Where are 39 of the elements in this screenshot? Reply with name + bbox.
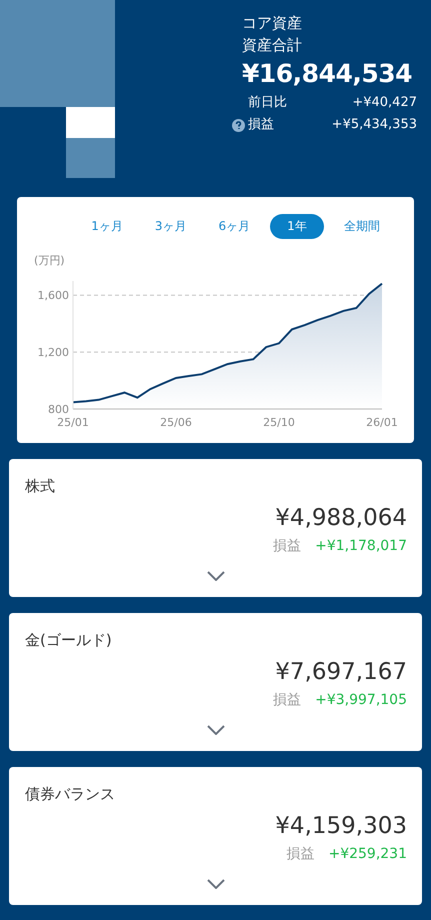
summary-label: 前日比: [248, 94, 288, 112]
asset-name: 株式: [25, 476, 55, 497]
profit-label: 損益: [273, 691, 302, 710]
profit-value: +¥3,997,105: [315, 691, 407, 710]
x-tick-label: 26/01: [366, 416, 398, 429]
x-tick-label: 25/10: [263, 416, 295, 429]
asset-name: 金(ゴールド): [25, 630, 112, 651]
period-tab[interactable]: 全期間: [332, 214, 392, 239]
chevron-icon[interactable]: [207, 725, 225, 735]
total-amount: ¥16,844,534: [242, 58, 412, 90]
help-icon[interactable]: [232, 118, 245, 132]
summary-value: +¥5,434,353: [332, 116, 417, 134]
y-tick-label: 1,200: [38, 346, 69, 360]
profit-label: 損益: [273, 537, 302, 556]
asset-amount: ¥4,988,064: [275, 504, 407, 533]
asset-card[interactable]: 債券バランス ¥4,159,303 損益 +¥259,231: [9, 767, 422, 905]
chevron-icon[interactable]: [207, 879, 225, 889]
asset-amount: ¥4,159,303: [275, 812, 407, 841]
summary-label: 損益: [248, 116, 275, 134]
period-tab[interactable]: 3ヶ月: [142, 214, 198, 239]
category-title: コア資産: [242, 13, 302, 34]
period-tab[interactable]: 1ヶ月: [79, 214, 135, 239]
asset-amount: ¥7,697,167: [275, 658, 407, 687]
summary-value: +¥40,427: [352, 94, 417, 112]
asset-card[interactable]: 金(ゴールド) ¥7,697,167 損益 +¥3,997,105: [9, 613, 422, 751]
asset-card[interactable]: 株式 ¥4,988,064 損益 +¥1,178,017: [9, 459, 422, 597]
profit-value: +¥259,231: [328, 845, 407, 864]
y-tick-label: 800: [48, 403, 69, 416]
period-tab[interactable]: 1年: [270, 214, 324, 239]
x-tick-label: 25/01: [57, 416, 89, 429]
total-label: 資産合計: [242, 35, 302, 56]
y-tick-label: 1,600: [38, 289, 69, 302]
x-tick-label: 25/06: [160, 416, 192, 429]
asset-name: 債券バランス: [25, 784, 115, 805]
profit-value: +¥1,178,017: [315, 537, 407, 556]
chevron-icon[interactable]: [207, 571, 225, 581]
profit-label: 損益: [286, 845, 314, 864]
period-tab[interactable]: 6ヶ月: [206, 214, 262, 239]
y-axis-label: (万円): [34, 254, 65, 267]
